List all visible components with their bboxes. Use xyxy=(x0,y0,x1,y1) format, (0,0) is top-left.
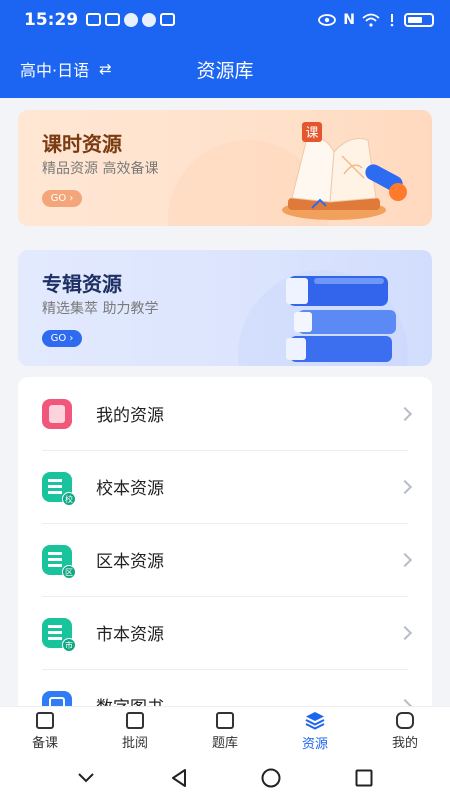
school-resource-icon: 校 xyxy=(42,471,76,506)
app-notification-icon xyxy=(86,13,102,26)
book-stack-illustration xyxy=(286,276,396,362)
list-item-label: 数字图书 xyxy=(96,693,164,707)
my-resource-icon xyxy=(42,398,72,429)
grade-subject-switcher[interactable]: 高中·日语 ⇄ xyxy=(20,57,112,81)
review-icon xyxy=(126,712,144,729)
chevron-right-icon xyxy=(397,479,413,494)
course-badge-text: 课 xyxy=(305,126,318,141)
grade-subject-label: 高中·日语 xyxy=(20,61,90,80)
banner-subtitle: 精品资源 高效备课 xyxy=(42,161,159,177)
tab-label: 资源 xyxy=(301,737,328,752)
bottom-tab-bar: 备课 批阅 题库 资源 我的 xyxy=(0,706,450,756)
tab-question-bank[interactable]: 题库 xyxy=(180,707,270,756)
alarm-icon xyxy=(390,14,394,27)
home-button[interactable] xyxy=(253,763,289,793)
battery-icon xyxy=(404,13,434,27)
tab-label: 批阅 xyxy=(121,736,148,751)
chevron-right-icon xyxy=(397,406,413,421)
chevron-right-icon xyxy=(397,625,413,640)
back-triangle-icon xyxy=(171,769,186,787)
tab-resources[interactable]: 资源 xyxy=(270,707,360,756)
list-item-label: 我的资源 xyxy=(96,406,164,426)
nfc-icon: N xyxy=(343,12,355,28)
eye-icon xyxy=(318,14,337,26)
app-header: 高中·日语 ⇄ 资源库 xyxy=(0,40,450,98)
city-resource-icon: 市 xyxy=(42,617,76,652)
city-badge: 市 xyxy=(62,637,76,652)
wifi-icon xyxy=(362,13,380,27)
tab-label: 备课 xyxy=(31,736,58,751)
go-button[interactable]: GO › xyxy=(42,190,82,207)
avatar-notification-icon xyxy=(142,13,157,27)
district-resource-icon: 区 xyxy=(42,544,76,579)
tab-profile[interactable]: 我的 xyxy=(360,707,450,756)
system-icons: N xyxy=(318,12,434,28)
album-resources-banner[interactable]: 专辑资源 精选集萃 助力教学 GO › xyxy=(18,250,432,366)
recents-square-icon xyxy=(355,769,373,787)
status-bar: 15:29 N xyxy=(0,0,450,40)
back-button[interactable] xyxy=(161,763,197,793)
list-item-digital-books[interactable]: 数字图书 xyxy=(18,669,432,707)
school-badge: 校 xyxy=(62,491,76,506)
notification-icons xyxy=(86,13,176,27)
chevron-down-icon xyxy=(78,773,94,783)
system-navigation-bar xyxy=(0,756,450,800)
top-bar: 15:29 N 高中·日语 ⇄ 资源库 xyxy=(0,0,450,98)
tab-review[interactable]: 批阅 xyxy=(90,707,180,756)
app-notification-icon xyxy=(105,13,121,26)
list-item-city-resources[interactable]: 市 市本资源 xyxy=(18,596,432,669)
list-item-label: 市本资源 xyxy=(96,625,164,645)
resource-list: 我的资源 校 校本资源 区 区本资源 市 市本资源 xyxy=(18,377,432,707)
tab-lesson-prep[interactable]: 备课 xyxy=(0,707,90,756)
tab-label: 我的 xyxy=(391,736,418,751)
list-item-district-resources[interactable]: 区 区本资源 xyxy=(18,523,432,596)
chevron-right-icon xyxy=(397,552,413,567)
district-badge: 区 xyxy=(62,564,76,579)
open-book-illustration: 课 xyxy=(282,122,407,220)
swap-icon: ⇄ xyxy=(99,60,112,78)
list-item-label: 校本资源 xyxy=(96,479,164,499)
list-item-my-resources[interactable]: 我的资源 xyxy=(18,377,432,450)
resource-icon xyxy=(305,712,325,730)
digital-book-icon xyxy=(42,690,72,707)
banner-title: 专辑资源 xyxy=(42,272,122,296)
cloud-notification-icon xyxy=(160,13,176,26)
collapse-button[interactable] xyxy=(68,763,104,793)
status-time: 15:29 xyxy=(24,10,79,30)
list-item-label: 区本资源 xyxy=(96,552,164,572)
go-button[interactable]: GO › xyxy=(42,330,82,347)
recents-button[interactable] xyxy=(346,763,382,793)
home-circle-icon xyxy=(261,768,281,788)
tab-label: 题库 xyxy=(211,736,238,751)
banner-subtitle: 精选集萃 助力教学 xyxy=(42,301,159,317)
browser-notification-icon xyxy=(124,13,139,27)
lesson-resources-banner[interactable]: 课时资源 精品资源 高效备课 GO › 课 xyxy=(18,110,432,226)
banner-title: 课时资源 xyxy=(42,132,122,156)
list-item-school-resources[interactable]: 校 校本资源 xyxy=(18,450,432,523)
question-bank-icon xyxy=(216,712,234,729)
profile-icon xyxy=(396,712,414,729)
lesson-prep-icon xyxy=(36,712,54,729)
